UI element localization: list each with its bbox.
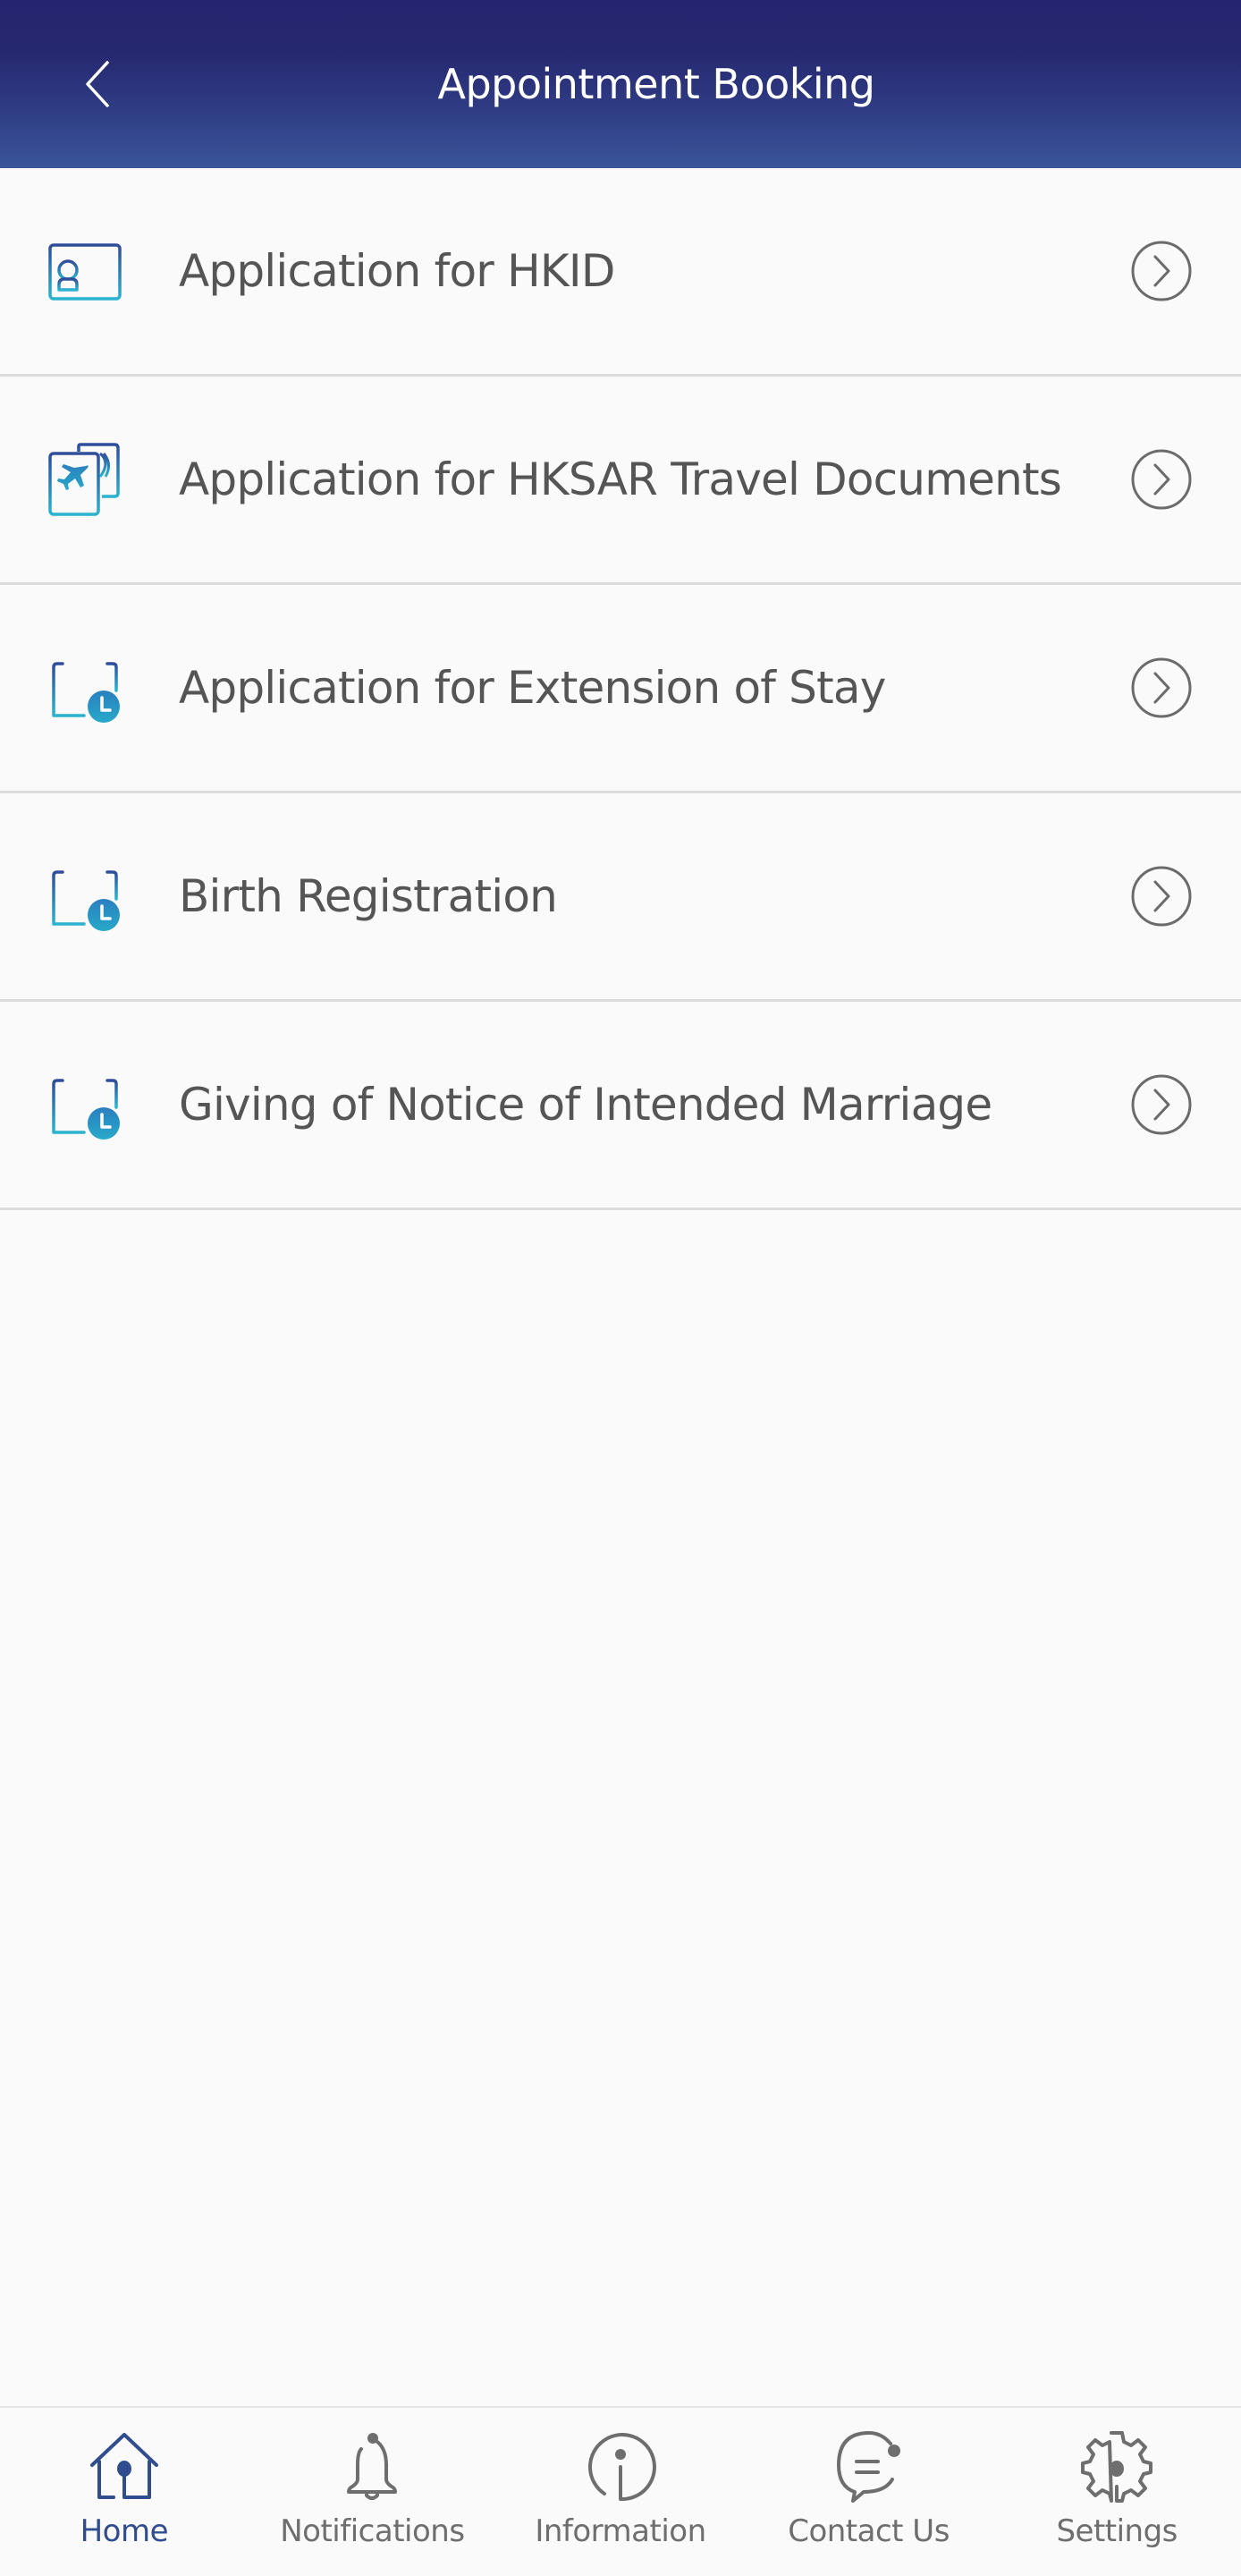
passport-icon: [48, 443, 120, 516]
list-item-label: Giving of Notice of Intended Marriage: [179, 1079, 992, 1131]
calendar-clock-icon: [52, 863, 120, 931]
calendar-clock-icon: [52, 655, 120, 723]
list-item-hkid[interactable]: Application for HKID: [0, 168, 1241, 377]
list-item-extension-of-stay[interactable]: Application for Extension of Stay: [0, 585, 1241, 793]
bell-icon: [347, 2433, 398, 2500]
chevron-right-circle-icon: [1131, 866, 1192, 927]
nav-tab-contact-us[interactable]: Contact Us: [745, 2408, 993, 2576]
app-header: Appointment Booking: [0, 0, 1241, 168]
nav-label: Contact Us: [788, 2513, 950, 2549]
nav-tab-settings[interactable]: Settings: [992, 2408, 1241, 2576]
chevron-right-circle-icon: [1131, 449, 1192, 510]
bottom-nav: Home Notifications Information Contact U…: [0, 2406, 1241, 2576]
nav-label: Settings: [1056, 2513, 1178, 2549]
chevron-right-circle-icon: [1131, 1074, 1192, 1135]
page-title: Appointment Booking: [437, 60, 875, 108]
nav-label: Information: [535, 2513, 706, 2549]
appointment-type-list: Application for HKID Application for HKS…: [0, 168, 1241, 1210]
gear-icon: [1081, 2431, 1153, 2503]
list-item-birth-registration[interactable]: Birth Registration: [0, 793, 1241, 1002]
id-card-icon: [48, 243, 122, 301]
list-item-intended-marriage[interactable]: Giving of Notice of Intended Marriage: [0, 1002, 1241, 1210]
nav-tab-notifications[interactable]: Notifications: [249, 2408, 497, 2576]
list-item-label: Application for HKSAR Travel Documents: [179, 453, 1062, 505]
nav-tab-information[interactable]: Information: [496, 2408, 745, 2576]
info-icon: [587, 2433, 656, 2502]
list-item-label: Birth Registration: [179, 870, 558, 922]
list-item-label: Application for HKID: [179, 245, 615, 297]
chevron-right-circle-icon: [1131, 657, 1192, 718]
chat-bubble-icon: [836, 2431, 900, 2503]
chevron-right-circle-icon: [1131, 241, 1192, 301]
nav-tab-home[interactable]: Home: [0, 2408, 249, 2576]
nav-label: Home: [80, 2513, 169, 2549]
nav-label: Notifications: [280, 2513, 465, 2549]
list-item-travel-documents[interactable]: Application for HKSAR Travel Documents: [0, 377, 1241, 585]
app-root: Appointment Booking Application for HKID: [0, 0, 1241, 2576]
list-item-label: Application for Extension of Stay: [179, 662, 886, 714]
home-icon: [89, 2433, 158, 2499]
calendar-clock-icon: [52, 1072, 120, 1140]
